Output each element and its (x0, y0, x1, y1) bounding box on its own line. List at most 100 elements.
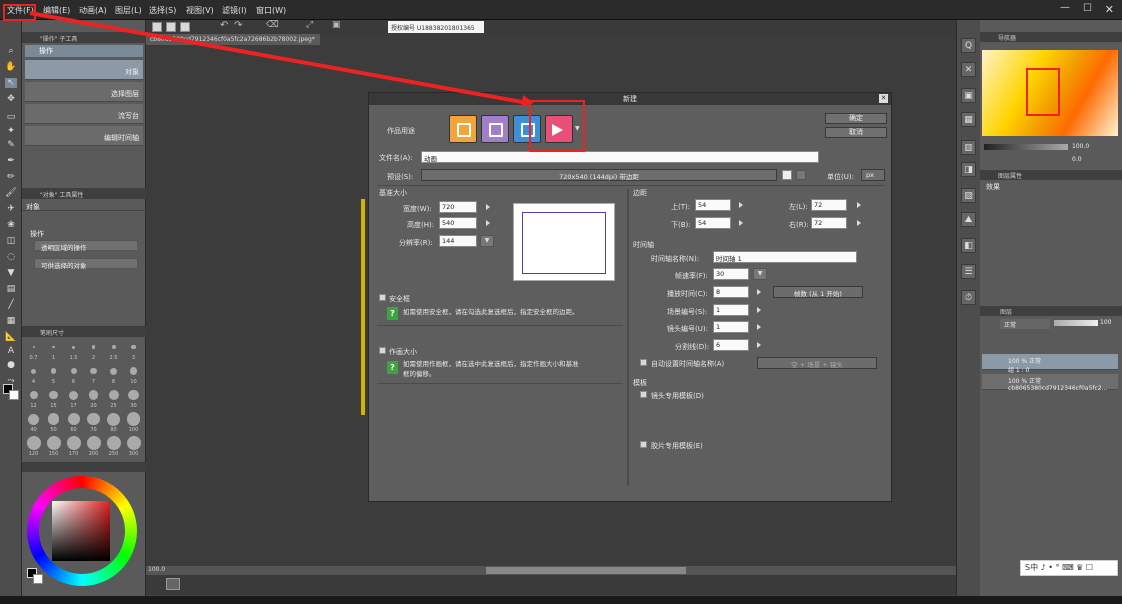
navigator-toggle-icon[interactable] (166, 578, 180, 590)
framerate-dropdown-icon[interactable]: ▼ (753, 268, 767, 280)
template-film-checkbox[interactable] (640, 441, 647, 448)
brush-size-cell[interactable]: 30 (124, 388, 143, 411)
subtool-group-header[interactable]: 操作 (25, 45, 143, 57)
brush-tool-icon[interactable]: 🖌 (5, 188, 17, 198)
subtool-object[interactable]: 对象 (25, 60, 143, 80)
timeline-icon[interactable]: ⏱ (961, 290, 976, 305)
layer-row-folder[interactable]: 100 % 正常 组 1 : 0 (982, 354, 1118, 374)
hand-tool-icon[interactable]: ✋ (5, 62, 17, 72)
brush-size-cell[interactable]: 6 (64, 364, 83, 387)
divide-input[interactable]: 6 (713, 339, 749, 351)
top-margin-input[interactable]: 54 (695, 199, 731, 211)
width-input[interactable]: 720 (439, 201, 477, 213)
transparent-area-dropdown[interactable]: 透明区域的操作 (34, 240, 138, 252)
usage-webtoon-icon[interactable] (513, 115, 541, 143)
sub-color-swatch[interactable] (9, 390, 19, 400)
brush-size-cell[interactable]: 3 (124, 340, 143, 363)
brush-size-cell[interactable]: 0.7 (24, 340, 43, 363)
cut-input[interactable]: 1 (713, 321, 749, 333)
layer-property-icon[interactable]: ▣ (961, 88, 976, 103)
width-arrow-icon[interactable] (486, 204, 490, 210)
usage-dropdown-icon[interactable]: ▼ (575, 125, 580, 132)
save-preset-icon[interactable] (782, 170, 792, 180)
blend-icon[interactable]: ◌ (5, 252, 17, 262)
brush-size-cell[interactable]: 17 (64, 388, 83, 411)
ruler-icon[interactable]: 📐 (5, 332, 17, 342)
scene-arrow-icon[interactable] (757, 307, 761, 313)
bottom-margin-input[interactable]: 54 (695, 217, 731, 229)
maximize-icon[interactable]: ☐ (1083, 3, 1092, 14)
cancel-button[interactable]: 取消 (825, 127, 887, 138)
brush-size-cell[interactable]: 2.5 (104, 340, 123, 363)
minimize-icon[interactable]: — (1060, 2, 1070, 13)
divide-arrow-icon[interactable] (757, 342, 761, 348)
clear-icon[interactable]: ⌫ (266, 20, 279, 30)
object-list-icon[interactable]: ☰ (961, 264, 976, 279)
zoom-tool-icon[interactable]: ⌕ (5, 46, 17, 56)
undo-icon[interactable]: ↶ (220, 20, 228, 31)
left-margin-arrow-icon[interactable] (857, 202, 861, 208)
preset-select[interactable]: 720x540 (144dpi) 带边距 (421, 169, 777, 181)
layer-row-image[interactable]: 100 % 正常 cb8065380cd7912346cf0a5fc2... (982, 374, 1118, 392)
brush-size-cell[interactable]: 25 (104, 388, 123, 411)
brush-size-cell[interactable]: 250 (104, 436, 123, 459)
deselect-icon[interactable]: ▣ (332, 20, 341, 30)
blend-mode-select[interactable]: 正常 (1000, 319, 1050, 329)
sub-view-icon[interactable]: ▥ (961, 140, 976, 155)
saturation-square[interactable] (52, 501, 110, 561)
template-cut-checkbox[interactable] (640, 391, 647, 398)
framerate-input[interactable]: 30 (713, 268, 749, 280)
brush-size-cell[interactable]: 12 (24, 388, 43, 411)
frame-size-checkbox[interactable] (379, 347, 386, 354)
redo-icon[interactable]: ↷ (234, 20, 242, 31)
selection-tool-icon[interactable]: ▭ (5, 112, 17, 122)
menu-layer[interactable]: 图层(L) (115, 5, 142, 16)
brush-size-cell[interactable]: 200 (84, 436, 103, 459)
pen-tool-icon[interactable]: ✒ (5, 156, 17, 166)
fill-icon[interactable]: ▼ (5, 268, 17, 278)
material-image-icon[interactable]: ⛰ (961, 212, 976, 227)
item-bank-icon[interactable]: ▨ (961, 188, 976, 203)
auto-name-select[interactable]: 空 + 场景 + 镜头 (757, 357, 877, 369)
history-icon[interactable]: ◨ (961, 162, 976, 177)
balloon-icon[interactable]: ● (5, 360, 17, 370)
selectable-object-dropdown[interactable]: 可供选择的对象 (34, 258, 138, 270)
subtool-select-layer[interactable]: 选择图层 (25, 82, 143, 102)
right-margin-arrow-icon[interactable] (857, 220, 861, 226)
usage-animation-icon[interactable] (545, 115, 573, 143)
brush-size-cell[interactable]: 15 (44, 388, 63, 411)
playtime-arrow-icon[interactable] (757, 289, 761, 295)
delete-preset-icon[interactable] (796, 170, 806, 180)
filename-input[interactable]: 动画 (421, 151, 819, 163)
decoration-icon[interactable]: ❀ (5, 220, 17, 230)
unit-select[interactable]: px (861, 169, 885, 181)
brush-size-cell[interactable]: 100 (124, 412, 143, 435)
brush-size-cell[interactable]: 2 (84, 340, 103, 363)
zoom-slider[interactable] (984, 144, 1068, 150)
brush-size-cell[interactable]: 20 (84, 388, 103, 411)
brush-size-cell[interactable]: 1.5 (64, 340, 83, 363)
brush-size-cell[interactable]: 40 (24, 412, 43, 435)
subtool-edit-timeline[interactable]: 编辑时间轴 (25, 126, 143, 146)
top-margin-arrow-icon[interactable] (739, 202, 743, 208)
menu-animation[interactable]: 动画(A) (79, 5, 107, 16)
auto-select-icon[interactable]: ✦ (5, 126, 17, 136)
gradient-icon[interactable]: ▤ (5, 284, 17, 294)
height-arrow-icon[interactable] (486, 220, 490, 226)
brush-size-cell[interactable]: 50 (44, 412, 63, 435)
brush-size-cell[interactable]: 80 (104, 412, 123, 435)
right-margin-input[interactable]: 72 (811, 217, 847, 229)
pencil-tool-icon[interactable]: ✏ (5, 172, 17, 182)
eyedropper-icon[interactable]: ✎ (5, 140, 17, 150)
brush-size-cell[interactable]: 300 (124, 436, 143, 459)
horizontal-scrollbar[interactable] (146, 566, 956, 575)
brush-size-cell[interactable]: 10 (124, 364, 143, 387)
move-layer-icon[interactable]: ✥ (5, 94, 17, 104)
save-icon[interactable] (180, 22, 190, 32)
transform-icon[interactable]: ⤢ (306, 20, 313, 30)
brush-size-cell[interactable]: 70 (84, 412, 103, 435)
brush-size-cell[interactable]: 150 (44, 436, 63, 459)
menu-window[interactable]: 窗口(W) (256, 5, 286, 16)
ok-button[interactable]: 确定 (825, 113, 887, 124)
brush-size-cell[interactable]: 4 (24, 364, 43, 387)
